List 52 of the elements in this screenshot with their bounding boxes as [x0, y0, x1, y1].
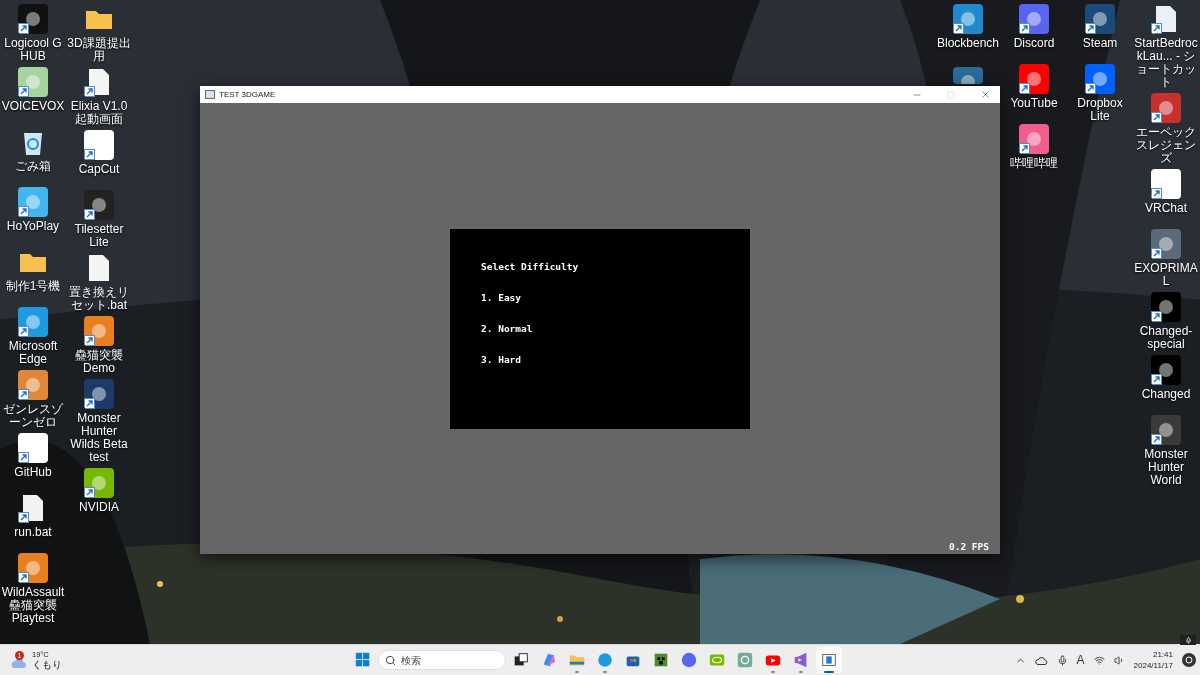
desktop-shortcut[interactable]: Logicool G HUB [0, 0, 66, 63]
clock[interactable]: 21:41 2024/11/17 [1133, 649, 1173, 671]
desktop-shortcut[interactable]: WildAssault 蠱猫突襲 Playtest [0, 549, 66, 625]
desktop-shortcut[interactable]: NVIDIA [66, 464, 132, 524]
desktop-shortcut[interactable]: 制作1号機 [0, 243, 66, 303]
desktop-shortcut[interactable]: 置き換えリセット.bat [66, 249, 132, 312]
weather-condition: くもり [32, 660, 62, 670]
desktop-shortcut[interactable]: CapCut [66, 126, 132, 186]
desktop-shortcut[interactable]: Tilesetter Lite [66, 186, 132, 249]
app-icon [205, 90, 215, 99]
desktop-shortcut[interactable]: run.bat [0, 489, 66, 549]
search-field[interactable]: 検索 [378, 650, 506, 670]
desktop-shortcut[interactable]: ゼンレスゾーンゼロ [0, 366, 66, 429]
menu-title: Select Difficulty [481, 261, 580, 272]
desktop-shortcut[interactable]: Monster Hunter World [1133, 411, 1199, 487]
notification-icon[interactable] [1182, 653, 1196, 667]
desktop-shortcut[interactable]: VRChat [1133, 165, 1199, 225]
menu-option[interactable]: 3. Hard [481, 354, 719, 365]
desktop-shortcut[interactable]: ごみ箱 [0, 123, 66, 183]
window-title: TEST 3DGAME [219, 90, 277, 99]
desktop-shortcut[interactable]: Discord [1001, 0, 1067, 60]
desktop-shortcut[interactable]: Dropbox Lite [1067, 60, 1133, 123]
desktop-shortcut[interactable]: Changed-special [1133, 288, 1199, 351]
fps-counter: 0.2 FPS [948, 541, 989, 552]
desktop-shortcut[interactable]: 哔哩哔哩 [1001, 120, 1067, 180]
desktop-shortcut[interactable]: 3D課題提出用 [66, 0, 132, 63]
desktop-shortcut[interactable]: Blockbench [935, 0, 1001, 60]
desktop-shortcut[interactable]: Elixia V1.0 起動画面 [66, 63, 132, 126]
maximize-icon [947, 90, 955, 99]
menu-option[interactable]: 1. Easy [481, 292, 719, 303]
microphone-icon[interactable] [1056, 654, 1068, 666]
menu-option[interactable]: 2. Normal [481, 323, 719, 334]
desktop-shortcut[interactable]: Microsoft Edge [0, 303, 66, 366]
ime-indicator[interactable]: A [1076, 653, 1085, 667]
microphone-icon[interactable] [1180, 635, 1196, 645]
wifi-icon[interactable] [1093, 654, 1105, 666]
desktop-shortcut[interactable]: 蠱猫突襲 Demo [66, 312, 132, 375]
desktop-shortcut[interactable]: EXOPRIMAL [1133, 225, 1199, 288]
desktop-shortcut[interactable]: Changed [1133, 351, 1199, 411]
desktop-shortcut[interactable]: Steam [1067, 0, 1133, 60]
desktop-shortcut[interactable]: YouTube [1001, 60, 1067, 120]
cloud-icon[interactable] [1034, 655, 1048, 665]
desktop-shortcut[interactable]: Monster Hunter Wilds Beta test [66, 375, 132, 464]
search-icon [385, 655, 396, 666]
desktop-shortcut[interactable]: HoYoPlay [0, 183, 66, 243]
desktop-shortcut[interactable]: GitHub [0, 429, 66, 489]
close-icon [979, 89, 991, 100]
app-window-icon[interactable] [816, 647, 842, 673]
volume-icon[interactable] [1113, 654, 1125, 666]
desktop-shortcut[interactable]: StartBedrockLau... - ショートカット [1133, 0, 1199, 89]
desktop-shortcut[interactable]: VOICEVOX [0, 63, 66, 123]
desktop-shortcut[interactable]: エーペックスレジェンズ [1133, 89, 1199, 165]
